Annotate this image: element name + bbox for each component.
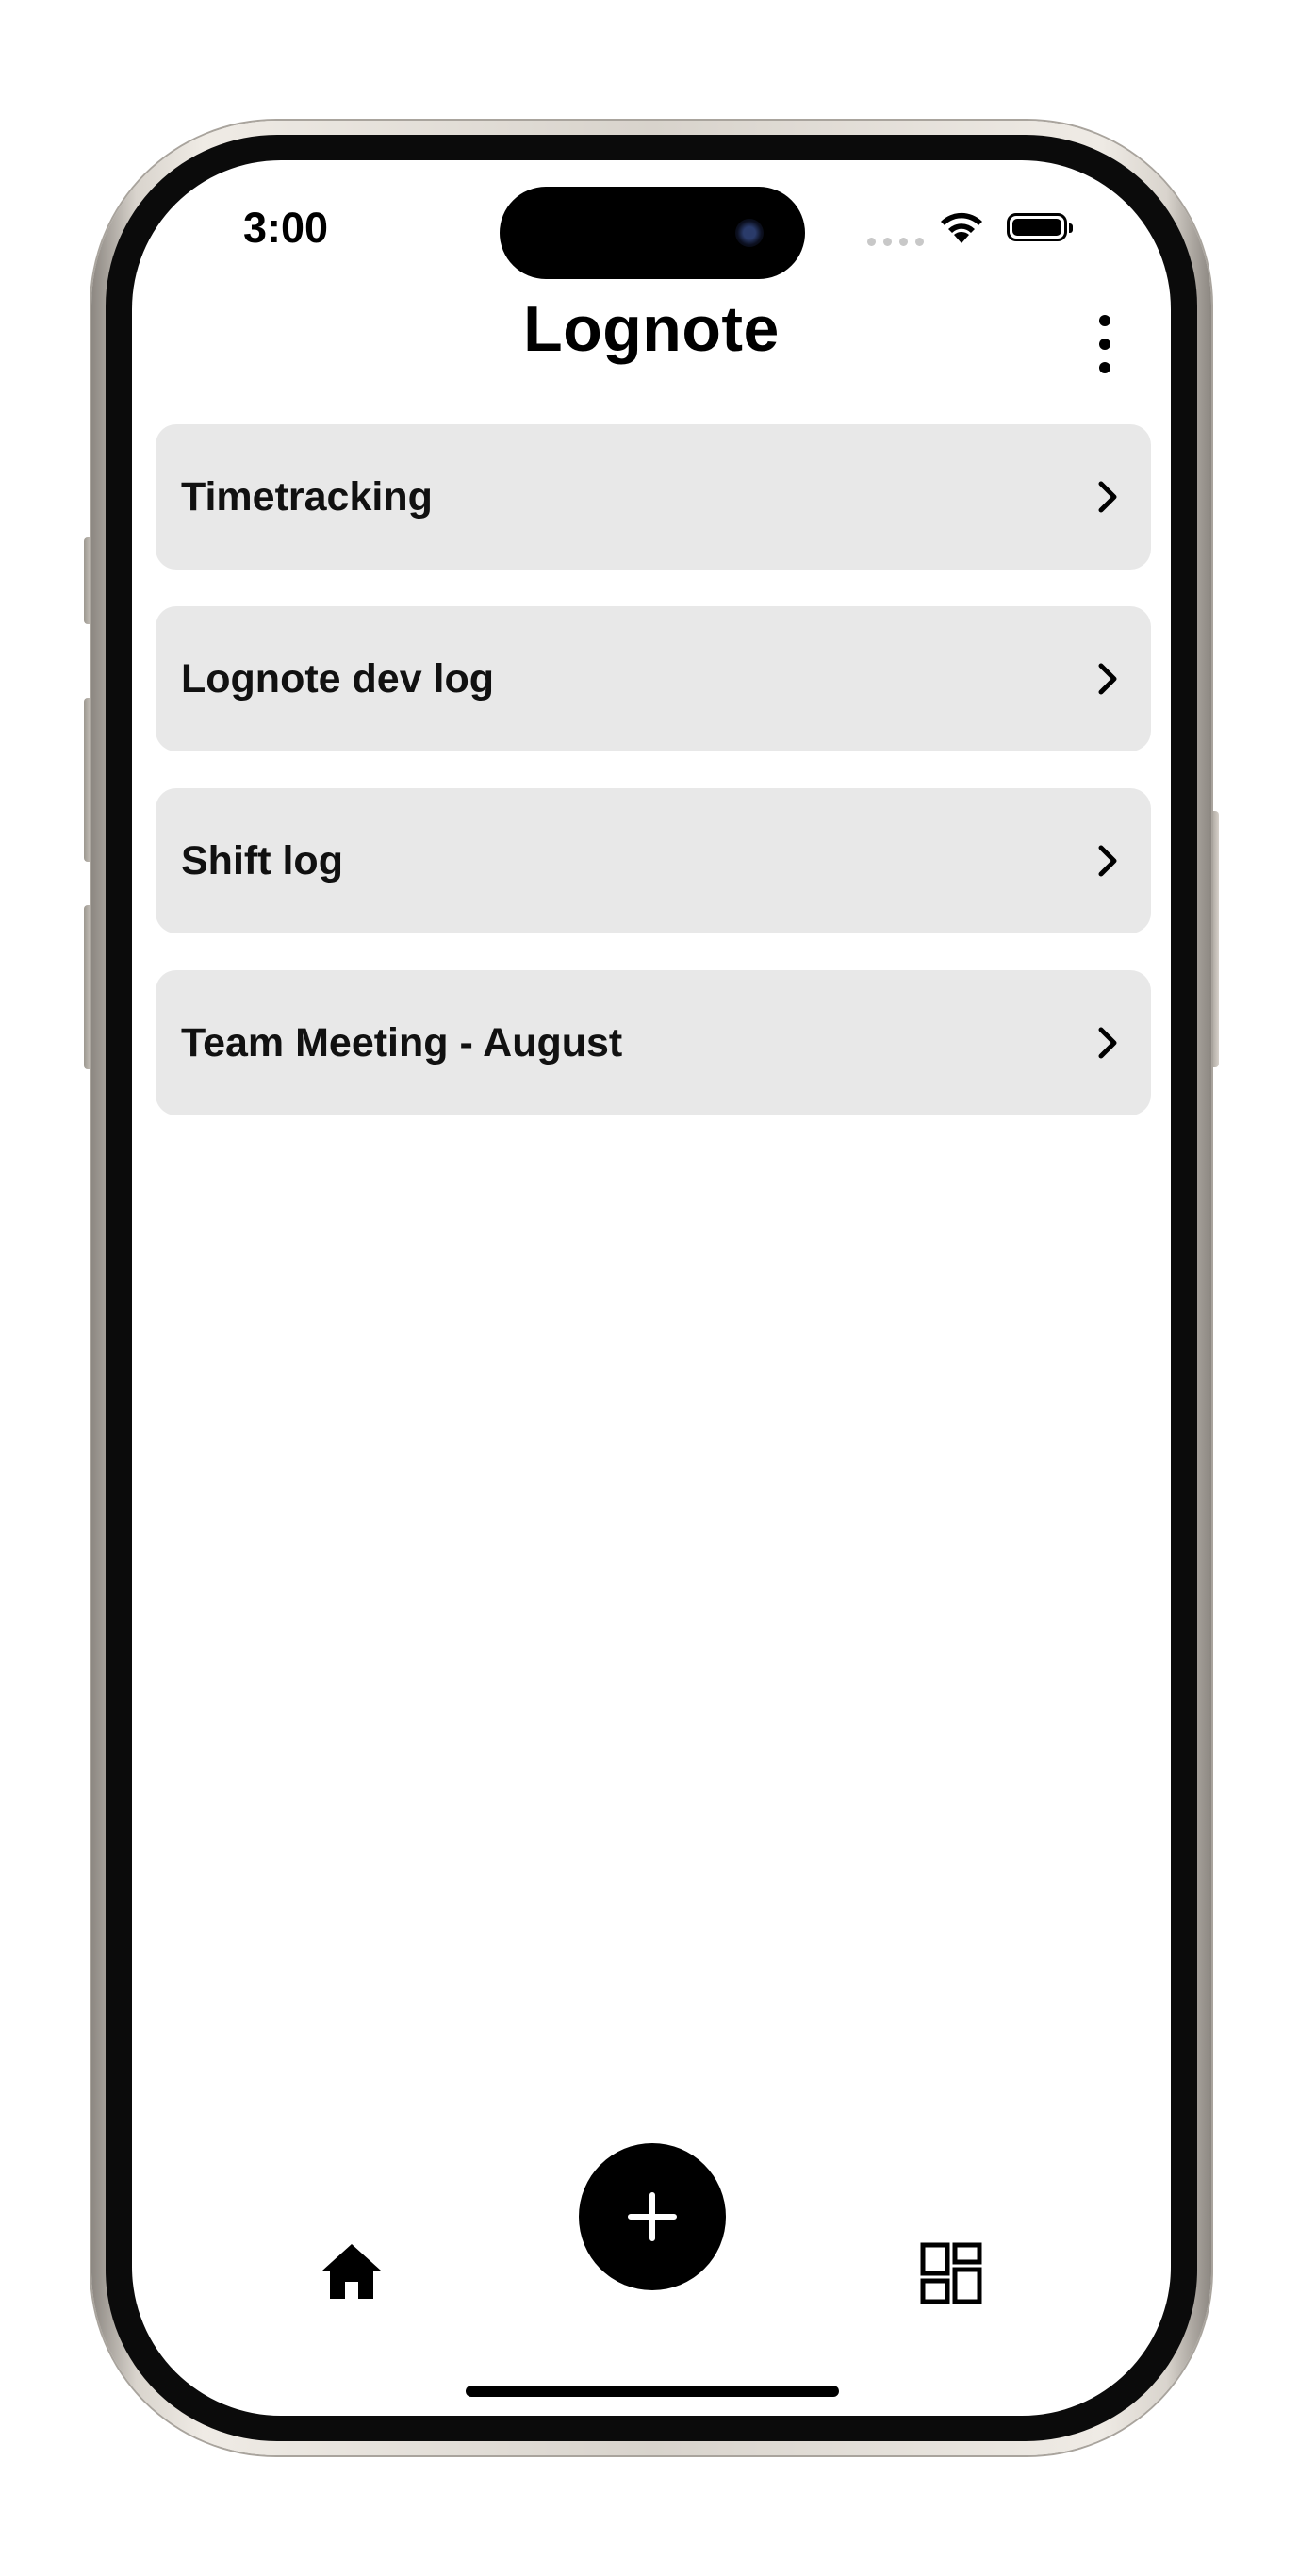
home-icon[interactable] [321, 2240, 383, 2303]
list-item[interactable]: Timetracking [156, 424, 1151, 570]
list-item[interactable]: Shift log [156, 788, 1151, 933]
log-list: Timetracking Lognote dev log Shift log T… [156, 424, 1151, 1152]
chevron-right-icon [1098, 845, 1117, 877]
chevron-right-icon [1098, 1027, 1117, 1059]
list-item[interactable]: Lognote dev log [156, 606, 1151, 751]
list-item-label: Lognote dev log [181, 655, 495, 702]
list-item[interactable]: Team Meeting - August [156, 970, 1151, 1115]
list-item-label: Shift log [181, 837, 343, 883]
dashboard-grid-icon[interactable] [920, 2242, 982, 2304]
more-vertical-icon[interactable] [1086, 311, 1124, 377]
wifi-icon [941, 212, 982, 243]
add-log-button[interactable] [579, 2143, 726, 2290]
dynamic-island [500, 187, 805, 279]
chevron-right-icon [1098, 481, 1117, 513]
status-time: 3:00 [243, 204, 329, 252]
list-item-label: Team Meeting - August [181, 1019, 623, 1065]
page-title: Lognote [523, 293, 780, 365]
home-indicator[interactable] [466, 2386, 839, 2397]
cellular-signal-icon [867, 238, 924, 246]
list-item-label: Timetracking [181, 473, 433, 520]
app-screen: 3:00 Lognote Timetracking Lognote dev lo… [132, 160, 1171, 2416]
camera-icon [735, 219, 764, 247]
plus-icon [628, 2192, 677, 2241]
chevron-right-icon [1098, 663, 1117, 695]
battery-icon [1007, 213, 1073, 241]
